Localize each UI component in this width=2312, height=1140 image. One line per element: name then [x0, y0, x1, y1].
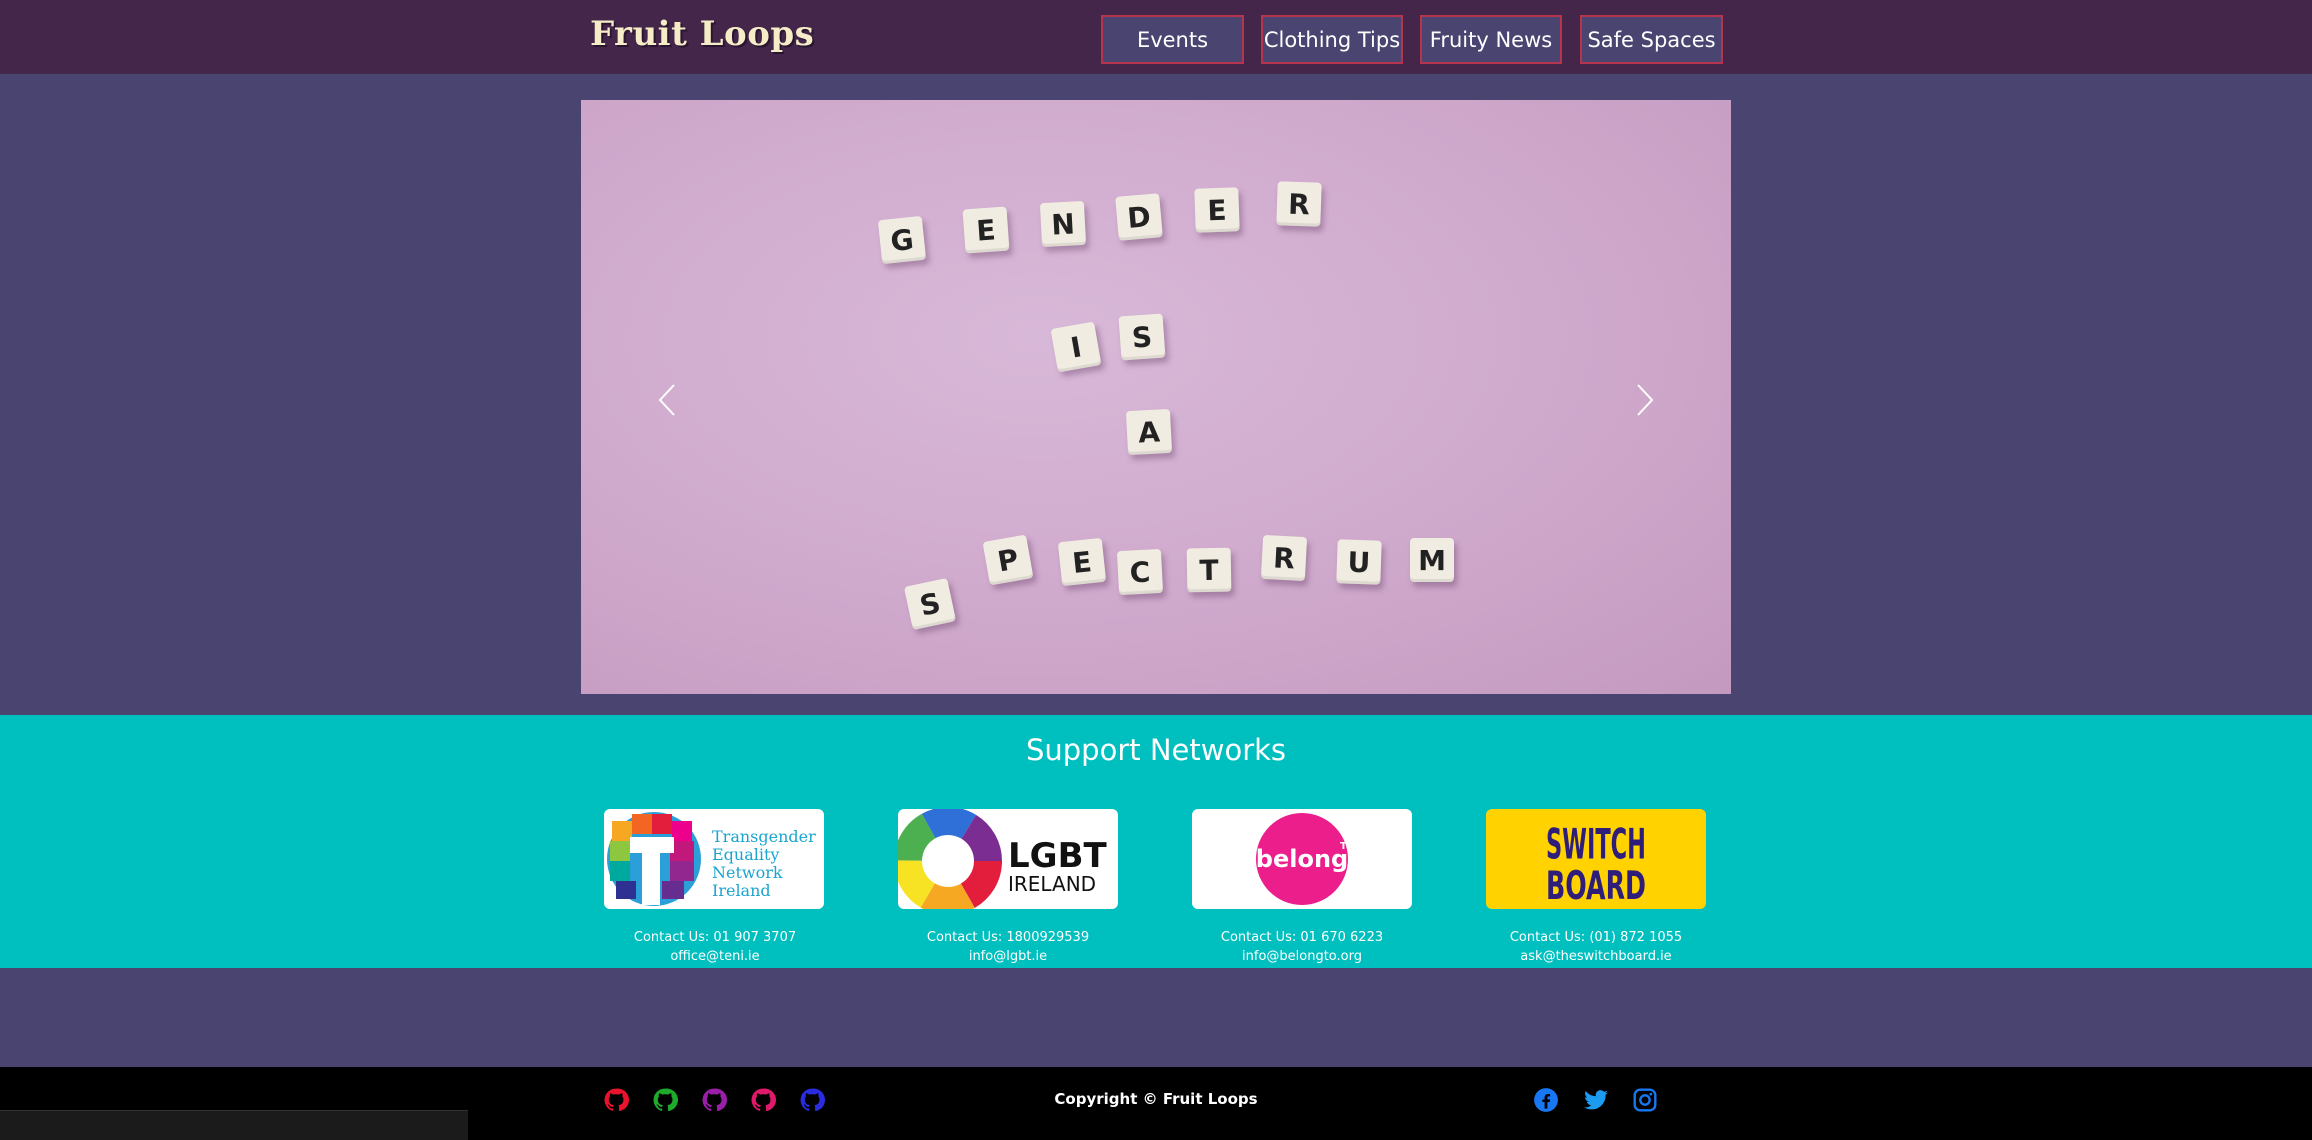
belongto-logo-card[interactable]: belong TO	[1192, 809, 1412, 909]
tile-n: N	[1039, 200, 1087, 248]
twitter-icon[interactable]	[1583, 1087, 1609, 1113]
lgbt-ireland-logo-card[interactable]: LGBT IRELAND	[898, 809, 1118, 909]
tile-m: M	[1410, 538, 1454, 582]
github-icon[interactable]	[799, 1087, 825, 1113]
switchboard-phone: Contact Us: (01) 872 1055	[1509, 930, 1683, 945]
support-networks-title: Support Networks	[1025, 733, 1287, 767]
teni-email[interactable]: office@teni.ie	[565, 947, 865, 966]
github-icon[interactable]	[652, 1087, 678, 1113]
tile-r1: R	[1276, 181, 1322, 227]
tile-s1: S	[1118, 313, 1166, 361]
svg-text:belong: belong	[1256, 845, 1348, 873]
facebook-icon[interactable]	[1533, 1087, 1559, 1113]
nav-clothing-tips-button[interactable]: Clothing Tips	[1261, 15, 1403, 64]
tile-s2: S	[903, 577, 957, 631]
tile-e1: E	[962, 206, 1010, 254]
nav-fruity-news-button[interactable]: Fruity News	[1420, 15, 1562, 64]
teni-logo-card[interactable]: Transgender Equality Network Ireland	[604, 809, 824, 909]
svg-text:BOARD: BOARD	[1546, 863, 1646, 908]
svg-text:Transgender: Transgender	[712, 827, 816, 846]
navbar: Fruit Loops Events Clothing Tips Fruity …	[0, 0, 2312, 74]
svg-text:Ireland: Ireland	[712, 881, 771, 900]
nav-safe-spaces-button[interactable]: Safe Spaces	[1580, 15, 1723, 64]
belongto-contact: Contact Us: 01 670 6223 info@belongto.or…	[1152, 928, 1452, 966]
switchboard-email[interactable]: ask@theswitchboard.ie	[1446, 947, 1746, 966]
tile-a: A	[1125, 408, 1173, 456]
carousel-next-button[interactable]	[1625, 370, 1665, 430]
teni-contact: Contact Us: 01 907 3707 office@teni.ie	[565, 928, 865, 966]
svg-text:LGBT: LGBT	[1008, 836, 1107, 876]
lgbt-ireland-logo: LGBT IRELAND	[898, 809, 1107, 909]
tile-u: U	[1336, 539, 1382, 585]
cookie-banner	[0, 1110, 468, 1140]
teni-logo: Transgender Equality Network Ireland	[607, 812, 816, 906]
tile-e2: E	[1194, 187, 1240, 233]
belongto-email[interactable]: info@belongto.org	[1152, 947, 1452, 966]
tile-i: I	[1050, 321, 1102, 373]
carousel-prev-button[interactable]	[647, 370, 687, 430]
hero-carousel: G E N D E R I S A S P E C T R U M	[581, 100, 1731, 694]
lgbt-ireland-phone: Contact Us: 1800929539	[926, 930, 1090, 945]
lgbt-ireland-contact: Contact Us: 1800929539 info@lgbt.ie	[858, 928, 1158, 966]
tile-p: P	[982, 534, 1034, 586]
brand-logo[interactable]: Fruit Loops	[590, 14, 814, 54]
copyright-text: Copyright © Fruit Loops	[1054, 1090, 1258, 1108]
lgbt-ireland-email[interactable]: info@lgbt.ie	[858, 947, 1158, 966]
svg-text:IRELAND: IRELAND	[1008, 872, 1096, 896]
support-networks-section: Support Networks Transgender Equality Ne…	[0, 715, 2312, 968]
belongto-phone: Contact Us: 01 670 6223	[1220, 930, 1384, 945]
tile-e3: E	[1057, 537, 1107, 587]
github-icon[interactable]	[750, 1087, 776, 1113]
chevron-left-icon	[658, 384, 675, 416]
tile-r2: R	[1260, 534, 1308, 582]
github-icon[interactable]	[603, 1087, 629, 1113]
belongto-logo: belong TO	[1256, 813, 1355, 905]
svg-text:Network: Network	[712, 863, 783, 882]
svg-text:SWITCH: SWITCH	[1546, 821, 1646, 869]
svg-text:Equality: Equality	[712, 845, 779, 864]
tile-g: G	[877, 215, 927, 265]
svg-text:TO: TO	[1340, 841, 1355, 852]
nav-events-button[interactable]: Events	[1101, 15, 1244, 64]
chevron-right-icon	[1637, 384, 1654, 416]
tile-d: D	[1115, 193, 1163, 241]
instagram-icon[interactable]	[1632, 1087, 1658, 1113]
tile-c: C	[1116, 548, 1164, 596]
github-icon[interactable]	[701, 1087, 727, 1113]
tile-t: T	[1186, 547, 1232, 593]
switchboard-contact: Contact Us: (01) 872 1055 ask@theswitchb…	[1446, 928, 1746, 966]
switchboard-logo-card[interactable]: SWITCH BOARD	[1486, 809, 1706, 909]
teni-phone: Contact Us: 01 907 3707	[633, 930, 797, 945]
switchboard-logo: SWITCH BOARD	[1546, 821, 1646, 909]
